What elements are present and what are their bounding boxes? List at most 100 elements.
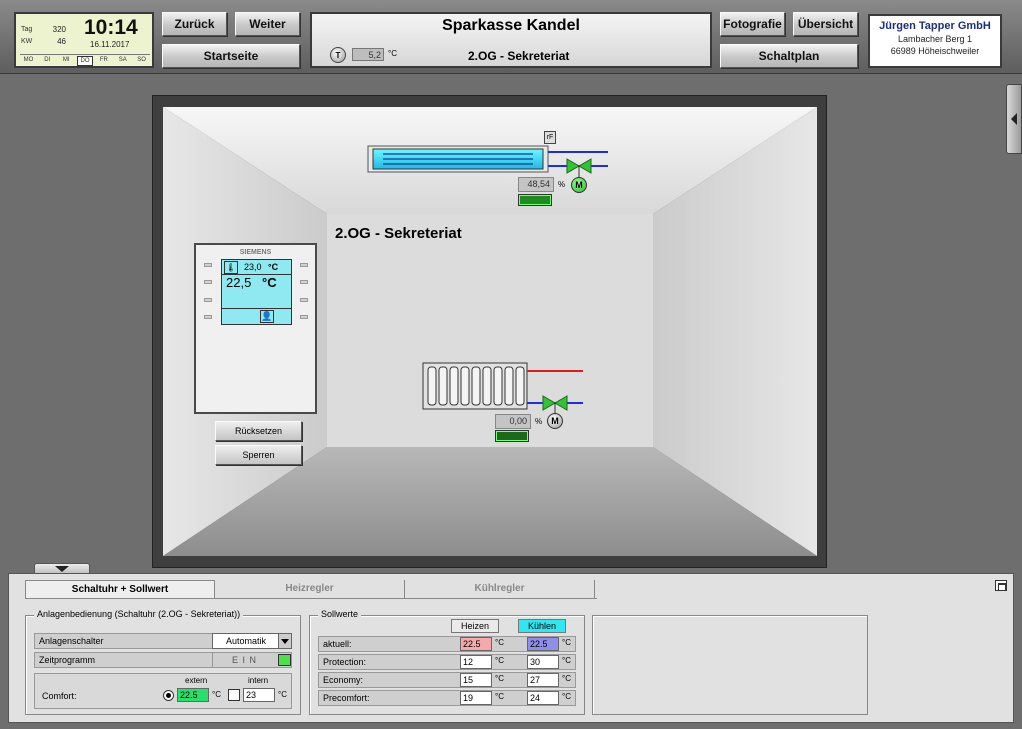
cooling-valve-position: 48,54 xyxy=(518,177,554,192)
bottom-panel: Schaltuhr + Sollwert Heizregler Kühlregl… xyxy=(8,573,1014,723)
comfort-extern-value[interactable]: 22.5 xyxy=(177,688,209,702)
forward-button[interactable]: Weiter xyxy=(235,12,300,36)
weekday-so: SO xyxy=(137,57,146,63)
back-button[interactable]: Zurück xyxy=(162,12,227,36)
thermostat-key-right-2[interactable] xyxy=(300,280,308,284)
radiator-valve-position: 0,00 xyxy=(495,414,531,429)
weekday-list: MO DI MI DO FR SA SO xyxy=(20,54,150,66)
thermostat-key-left-4[interactable] xyxy=(204,315,212,319)
setpoints-group-title: Sollwerte xyxy=(318,609,362,619)
thermostat-key-right-4[interactable] xyxy=(300,315,308,319)
comfort-extern-unit: °C xyxy=(212,690,221,699)
outdoor-temperature-unit: °C xyxy=(388,49,397,58)
setpoint-row-label: Precomfort: xyxy=(323,693,370,703)
header-bar: Tag 320 KW 46 10:14 16.11.2017 MO DI MI DO F… xyxy=(0,0,1022,74)
cooling-motor-icon[interactable]: M xyxy=(571,177,587,193)
day-of-year-value: 320 xyxy=(52,25,66,34)
time-program-indicator xyxy=(278,654,291,666)
radiator-fin xyxy=(460,366,470,406)
lock-button[interactable]: Sperren xyxy=(215,445,302,465)
heat-setpoint-value[interactable]: 19 xyxy=(460,691,492,705)
chevron-left-icon xyxy=(1011,113,1017,125)
weekday-fr: FR xyxy=(99,57,108,63)
maximize-icon[interactable] xyxy=(995,580,1007,591)
dropdown-arrow-icon[interactable] xyxy=(278,634,291,648)
radiator-fin xyxy=(482,366,492,406)
thermostat-key-left-2[interactable] xyxy=(204,280,212,284)
occupancy-icon: 👤 xyxy=(260,310,274,323)
comfort-intern-value[interactable]: 23 xyxy=(243,688,275,702)
operation-group: Anlagenbedienung (Schaltuhr (2.OG - Sekr… xyxy=(25,609,301,715)
intern-label: intern xyxy=(248,676,269,685)
tab-cooling-controller[interactable]: Kühlregler xyxy=(405,580,595,598)
company-street: Lambacher Berg 1 xyxy=(897,34,973,44)
company-city: 66989 Höheischweiler xyxy=(890,46,980,56)
thermostat-setpoint-unit: °C xyxy=(268,262,279,272)
company-name: Jürgen Tapper GmbH xyxy=(879,20,991,32)
back-wall xyxy=(327,214,653,447)
day-of-year-label: Tag xyxy=(21,26,33,33)
cool-setpoint-value[interactable]: 27 xyxy=(527,673,559,687)
radiator-fin xyxy=(504,366,514,406)
tab-schedule-setpoint[interactable]: Schaltuhr + Sollwert xyxy=(25,580,215,598)
extern-radio[interactable] xyxy=(163,690,174,701)
radiator-fin xyxy=(493,366,503,406)
radiator-fin xyxy=(427,366,437,406)
time-program-status: E I N xyxy=(212,653,276,667)
weekday-di: DI xyxy=(44,57,51,63)
title-panel: Sparkasse Kandel T 5,2 °C 2.OG - Sekrete… xyxy=(310,12,712,68)
system-switch-label: Anlagenschalter xyxy=(39,636,104,646)
home-button[interactable]: Startseite xyxy=(162,44,300,68)
humidity-sensor-label[interactable]: rF xyxy=(544,131,556,144)
bottom-tabs: Schaltuhr + Sollwert Heizregler Kühlregl… xyxy=(25,580,597,599)
cool-setpoint-unit: °C xyxy=(562,638,571,647)
comfort-label: Comfort: xyxy=(42,691,77,701)
time-program-label: Zeitprogramm xyxy=(39,655,96,665)
photo-button[interactable]: Fotografie xyxy=(720,12,785,36)
chevron-down-icon xyxy=(55,566,69,572)
cool-setpoint-unit: °C xyxy=(562,674,571,683)
week-label: KW xyxy=(21,38,33,45)
thermostat-key-left-1[interactable] xyxy=(204,263,212,267)
cooling-valve-unit: % xyxy=(558,180,566,189)
heat-setpoint-unit: °C xyxy=(495,656,504,665)
intern-checkbox[interactable] xyxy=(228,689,240,701)
clock-time: 10:14 xyxy=(84,16,138,39)
site-title: Sparkasse Kandel xyxy=(442,17,580,34)
weekday-sa: SA xyxy=(118,57,127,63)
radiator-valve-unit: % xyxy=(535,417,543,426)
room-thermostat[interactable]: SIEMENS 🌡 23,0 °C 22,5 °C 👤 xyxy=(194,243,317,414)
empty-panel xyxy=(592,615,868,715)
clock-panel: Tag 320 KW 46 10:14 16.11.2017 MO DI MI DO F… xyxy=(14,12,154,68)
cool-setpoint-value[interactable]: 30 xyxy=(527,655,559,669)
room-title: 2.OG - Sekreteriat xyxy=(335,225,462,242)
thermostat-setpoint: 23,0 xyxy=(244,262,262,272)
tab-heating-controller[interactable]: Heizregler xyxy=(215,580,405,598)
operation-group-title: Anlagenbedienung (Schaltuhr (2.OG - Sekr… xyxy=(34,609,244,619)
radiator-output-bar xyxy=(495,430,529,442)
reset-button[interactable]: Rücksetzen xyxy=(215,421,302,441)
heat-setpoint-value[interactable]: 15 xyxy=(460,673,492,687)
heat-column-header: Heizen xyxy=(451,619,499,633)
clock-date: 16.11.2017 xyxy=(90,40,130,49)
radiator-fin xyxy=(438,366,448,406)
display-divider-2 xyxy=(222,308,291,309)
heat-setpoint-unit: °C xyxy=(495,692,504,701)
thermostat-key-right-3[interactable] xyxy=(300,298,308,302)
cool-setpoint-value: 22.5 xyxy=(527,637,559,651)
radiator-motor-icon[interactable]: M xyxy=(547,413,563,429)
schematic-button[interactable]: Schaltplan xyxy=(720,44,858,68)
cool-setpoint-value[interactable]: 24 xyxy=(527,691,559,705)
radiator-fins xyxy=(427,366,525,406)
setpoint-row-label: Protection: xyxy=(323,657,367,667)
cool-setpoint-unit: °C xyxy=(562,692,571,701)
side-panel-toggle[interactable] xyxy=(1006,84,1022,154)
heat-setpoint-value[interactable]: 12 xyxy=(460,655,492,669)
heat-setpoint-value: 22.5 xyxy=(460,637,492,651)
thermostat-key-right-1[interactable] xyxy=(300,263,308,267)
cooling-output-bar xyxy=(518,194,552,206)
overview-button[interactable]: Übersicht xyxy=(793,12,858,36)
comfort-intern-unit: °C xyxy=(278,690,287,699)
heat-setpoint-unit: °C xyxy=(495,674,504,683)
thermostat-key-left-3[interactable] xyxy=(204,298,212,302)
